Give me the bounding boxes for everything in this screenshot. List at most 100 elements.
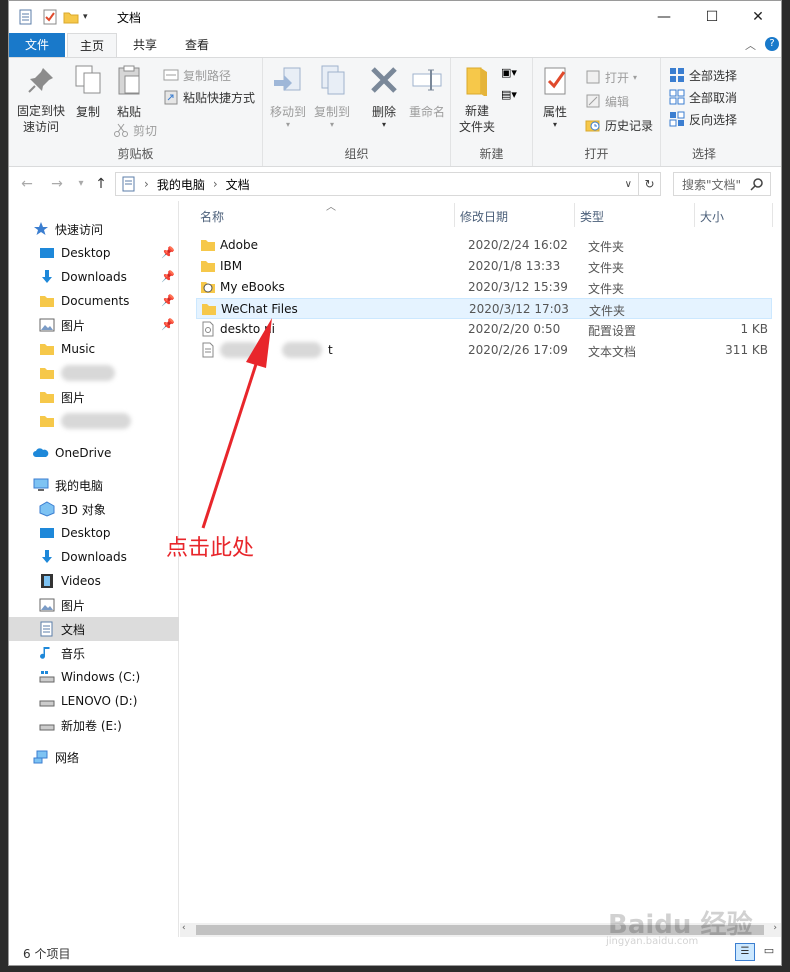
file-row[interactable]: t 2020/2/26 17:09 文本文档 311 KB — [196, 340, 772, 361]
invert-selection-button[interactable]: 反向选择 — [669, 108, 737, 130]
collapse-ribbon-icon[interactable]: ︿ — [745, 37, 756, 53]
copy-path-button[interactable]: 复制路径 — [163, 64, 231, 86]
nav-3d-objects[interactable]: 3D 对象 — [9, 497, 179, 521]
select-none-button[interactable]: 全部取消 — [669, 86, 737, 108]
pin-icon: 📌 — [161, 270, 175, 283]
properties-icon[interactable] — [19, 9, 33, 25]
close-button[interactable]: ✕ — [735, 1, 781, 33]
delete-button[interactable]: 删除 ▾ — [367, 64, 401, 129]
scissors-icon — [114, 123, 128, 137]
nav-pictures-folder[interactable]: 图片 — [9, 385, 179, 409]
column-date[interactable]: 修改日期 — [460, 208, 508, 225]
refresh-icon[interactable]: ↻ — [639, 172, 661, 196]
edit-button[interactable]: 编辑 — [585, 90, 629, 112]
column-name[interactable]: 名称 — [200, 208, 224, 225]
nav-blurred-folder[interactable] — [9, 361, 179, 385]
open-button[interactable]: 打开 ▾ — [585, 66, 637, 88]
recent-dropdown-icon[interactable]: ▾ — [71, 175, 91, 193]
new-folder-icon[interactable] — [63, 10, 79, 24]
redacted-label — [61, 365, 115, 381]
up-arrow-icon[interactable]: ↑ — [91, 175, 111, 193]
column-type[interactable]: 类型 — [580, 208, 604, 225]
nav-documents[interactable]: Documents 📌 — [9, 289, 179, 313]
large-icons-view-icon[interactable]: ▭ — [759, 943, 779, 961]
back-arrow-icon[interactable]: ← — [17, 175, 37, 193]
nav-pc-downloads-label: Downloads — [61, 550, 127, 564]
file-date: 2020/2/26 17:09 — [468, 343, 568, 357]
new-folder-button[interactable]: 新建 文件夹 — [455, 64, 499, 135]
column-headers: ︿ 名称 修改日期 类型 大小 — [180, 201, 781, 229]
breadcrumb-documents[interactable]: 文档 — [226, 176, 250, 193]
nav-drive-d[interactable]: LENOVO (D:) — [9, 689, 179, 713]
pin-quick-access-button[interactable]: 固定到快速访问 — [13, 64, 69, 135]
nav-pc-documents[interactable]: 文档 — [9, 617, 179, 641]
rename-button[interactable]: 重命名 — [405, 64, 449, 120]
nav-pc-pictures[interactable]: 图片 — [9, 593, 179, 617]
nav-downloads[interactable]: Downloads 📌 — [9, 265, 179, 289]
nav-music[interactable]: Music — [9, 337, 179, 361]
tab-view[interactable]: 查看 — [173, 33, 221, 57]
new-item-icon[interactable]: ▣▾ — [501, 66, 529, 84]
forward-arrow-icon[interactable]: → — [47, 175, 67, 193]
file-row[interactable]: deskto ni 2020/2/20 0:50 配置设置 1 KB — [196, 319, 772, 340]
checkmark-icon[interactable] — [43, 9, 57, 25]
select-all-label: 全部选择 — [689, 68, 738, 83]
file-row[interactable]: IBM 2020/1/8 13:33 文件夹 — [196, 256, 772, 277]
search-input[interactable]: 搜索"文档" — [673, 172, 771, 196]
nav-blurred-folder[interactable] — [9, 409, 179, 433]
tab-file[interactable]: 文件 — [9, 33, 65, 57]
nav-desktop[interactable]: Desktop 📌 — [9, 241, 179, 265]
nav-onedrive[interactable]: OneDrive — [9, 441, 179, 465]
nav-this-pc[interactable]: 我的电脑 — [9, 473, 179, 497]
tab-home[interactable]: 主页 — [67, 33, 118, 57]
customize-dropdown-icon[interactable]: ▾ — [83, 12, 88, 22]
nav-drive-e[interactable]: 新加卷 (E:) — [9, 713, 179, 737]
nav-videos[interactable]: Videos — [9, 569, 179, 593]
paste-shortcut-button[interactable]: 粘贴快捷方式 — [163, 86, 255, 108]
paste-button[interactable]: 粘贴 — [109, 64, 149, 120]
maximize-button[interactable]: ☐ — [689, 1, 735, 33]
copy-button[interactable]: 复制 — [71, 64, 105, 120]
select-all-button[interactable]: 全部选择 — [669, 64, 737, 86]
properties-button[interactable]: 属性 ▾ — [537, 64, 573, 129]
nav-drive-c[interactable]: Windows (C:) — [9, 665, 179, 689]
minimize-button[interactable]: — — [641, 1, 687, 33]
music-note-icon — [40, 647, 50, 659]
help-icon[interactable]: ? — [765, 37, 779, 51]
nav-pc-downloads[interactable]: Downloads — [9, 545, 179, 569]
column-divider[interactable] — [772, 203, 773, 227]
history-button[interactable]: 历史记录 — [585, 114, 653, 136]
address-dropdown-icon[interactable]: ∨ — [625, 179, 632, 190]
details-view-icon[interactable]: ☰ — [735, 943, 755, 961]
nav-pc-music[interactable]: 音乐 — [9, 641, 179, 665]
column-divider[interactable] — [694, 203, 695, 227]
nav-pc-desktop[interactable]: Desktop — [9, 521, 179, 545]
nav-pictures[interactable]: 图片 📌 — [9, 313, 179, 337]
column-size[interactable]: 大小 — [700, 208, 724, 225]
nav-quick-access[interactable]: 快速访问 — [9, 217, 179, 241]
redacted-filename — [282, 342, 322, 358]
copy-to-button[interactable]: 复制到 ▾ — [311, 64, 353, 129]
file-row[interactable]: My eBooks 2020/3/12 15:39 文件夹 — [196, 277, 772, 298]
ebooks-folder-icon — [201, 282, 215, 293]
column-divider[interactable] — [454, 203, 455, 227]
file-row-highlighted[interactable]: WeChat Files 2020/3/12 17:03 文件夹 — [196, 298, 772, 319]
move-to-button[interactable]: 移动到 ▾ — [267, 64, 309, 129]
scroll-right-icon[interactable]: › — [773, 923, 777, 933]
cut-button[interactable]: 剪切 — [113, 119, 157, 141]
rename-label: 重命名 — [408, 105, 445, 119]
scroll-left-icon[interactable]: ‹ — [182, 923, 186, 933]
network-icon — [33, 750, 48, 764]
breadcrumb-this-pc[interactable]: 我的电脑 — [157, 176, 205, 193]
tab-share[interactable]: 共享 — [121, 33, 169, 57]
nav-network[interactable]: 网络 — [9, 745, 179, 769]
cloud-icon — [33, 448, 49, 457]
column-divider[interactable] — [574, 203, 575, 227]
breadcrumb-separator-icon: › — [144, 177, 149, 191]
address-bar[interactable]: › 我的电脑 › 文档 ∨ — [115, 172, 639, 196]
easy-access-icon[interactable]: ▤▾ — [501, 88, 529, 106]
file-row[interactable]: Adobe 2020/2/24 16:02 文件夹 — [196, 235, 772, 256]
cut-label: 剪切 — [133, 123, 158, 138]
folder-icon — [40, 368, 54, 379]
file-name: IBM — [220, 259, 243, 273]
